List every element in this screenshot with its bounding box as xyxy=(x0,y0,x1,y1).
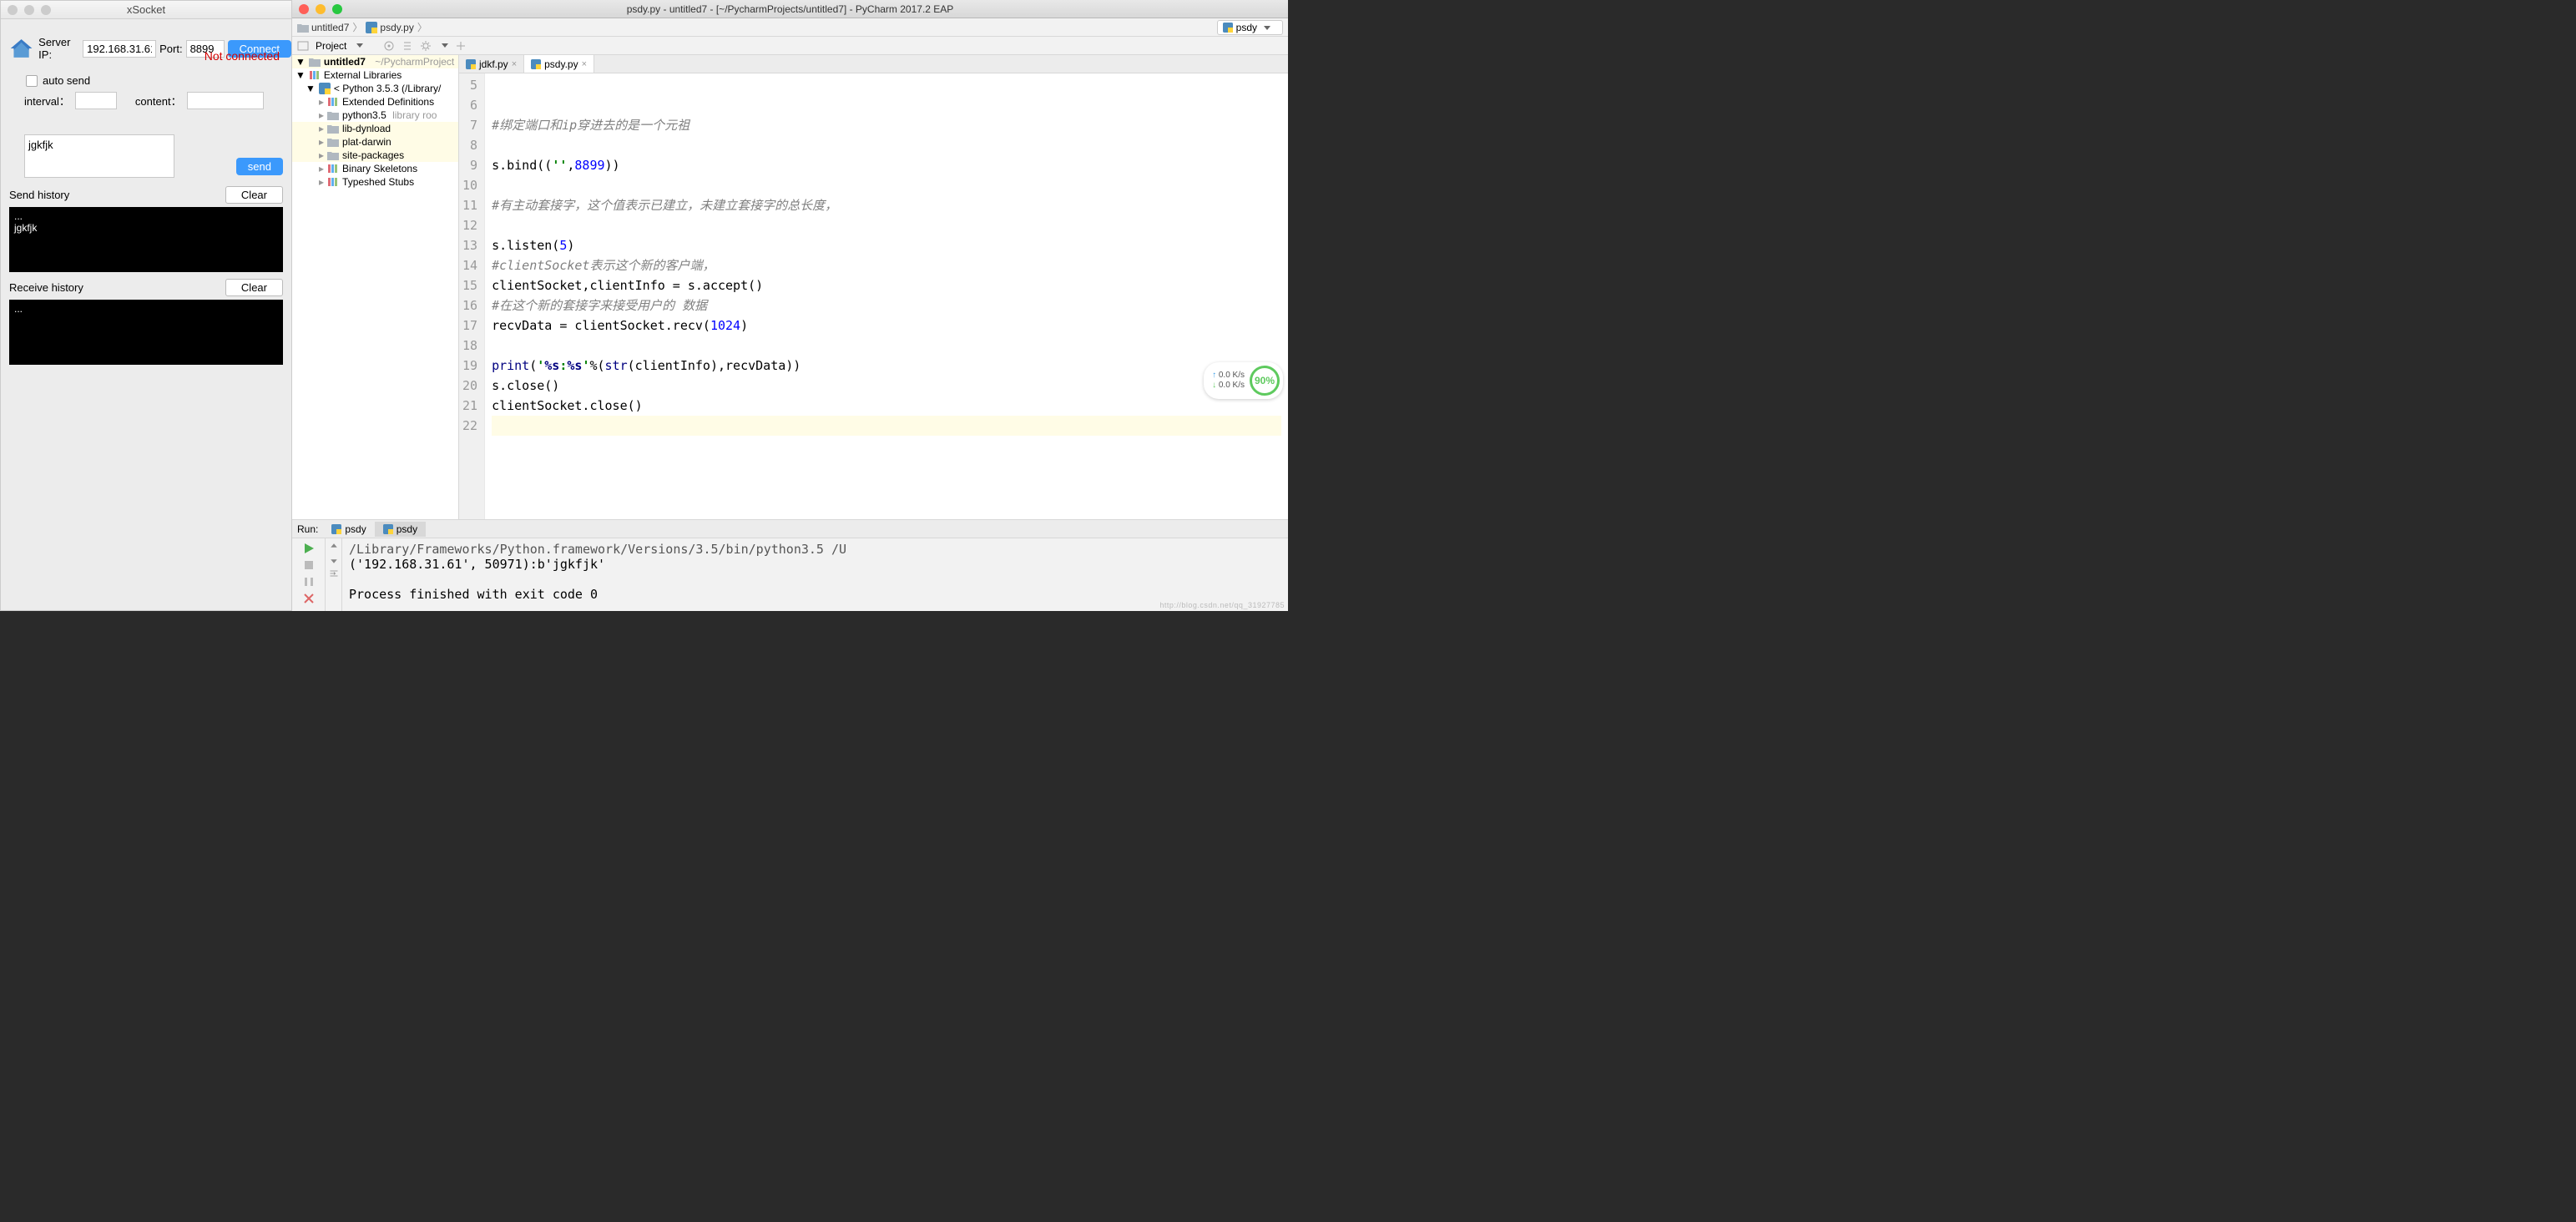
auto-send-label: auto send xyxy=(43,74,90,87)
window-title: xSocket xyxy=(1,3,291,16)
pycharm-titlebar: psdy.py - untitled7 - [~/PycharmProjects… xyxy=(292,0,1288,18)
chevron-down-icon[interactable] xyxy=(356,43,363,48)
clear-send-button[interactable]: Clear xyxy=(225,186,283,204)
download-rate: ↓ 0.0 K/s xyxy=(1212,381,1245,391)
percent-gauge: 90% xyxy=(1250,366,1280,396)
connection-status: Not connected xyxy=(205,49,280,63)
tree-item[interactable]: ▸site-packages xyxy=(292,149,458,162)
hide-icon[interactable] xyxy=(455,40,467,52)
breadcrumb-item[interactable]: untitled7 xyxy=(297,22,349,33)
tree-item[interactable]: ▸Extended Definitions xyxy=(292,95,458,109)
editor-tab[interactable]: psdy.py× xyxy=(524,55,594,73)
close-icon[interactable] xyxy=(302,592,316,605)
run-label: Run: xyxy=(297,523,318,535)
chevron-down-icon[interactable] xyxy=(442,43,448,48)
tree-item[interactable]: ▸lib-dynload xyxy=(292,122,458,135)
tree-item[interactable]: ▸plat-darwin xyxy=(292,135,458,149)
tree-python[interactable]: ▼< Python 3.5.3 (/Library/ xyxy=(292,82,458,95)
xsocket-titlebar: xSocket xyxy=(1,1,291,19)
window-title: psdy.py - untitled7 - [~/PycharmProjects… xyxy=(292,3,1288,15)
project-toolbar: Project xyxy=(292,37,1288,55)
port-label: Port: xyxy=(159,43,182,55)
close-icon[interactable]: × xyxy=(582,59,587,69)
clear-receive-button[interactable]: Clear xyxy=(225,279,283,296)
run-config-selector[interactable]: psdy xyxy=(1217,20,1283,35)
gear-icon[interactable] xyxy=(420,40,432,52)
code-editor[interactable]: 5678910111213141516171819202122 #绑定端口和ip… xyxy=(459,73,1288,519)
stop-icon[interactable] xyxy=(302,558,316,572)
xsocket-window: xSocket Server IP: Port: Connect Not con… xyxy=(0,0,292,611)
server-ip-input[interactable] xyxy=(83,40,156,58)
collapse-icon[interactable] xyxy=(402,40,413,52)
up-icon[interactable] xyxy=(329,542,339,552)
content-input[interactable] xyxy=(187,92,264,109)
run-tab[interactable]: psdy xyxy=(375,522,426,537)
network-widget: ↑ 0.0 K/s ↓ 0.0 K/s 90% xyxy=(1204,362,1283,399)
watermark: http://blog.csdn.net/qq_31927785 xyxy=(1159,601,1285,609)
home-icon xyxy=(9,36,33,61)
breadcrumb: untitled7 〉 psdy.py 〉 xyxy=(292,18,1288,37)
play-icon[interactable] xyxy=(302,542,316,555)
editor-tabs: jdkf.py× psdy.py× xyxy=(459,55,1288,73)
down-icon[interactable] xyxy=(329,555,339,565)
message-textarea[interactable]: jgkfjk xyxy=(24,134,174,178)
pause-icon[interactable] xyxy=(302,575,316,588)
send-history-label: Send history xyxy=(9,189,69,201)
pycharm-window: psdy.py - untitled7 - [~/PycharmProjects… xyxy=(292,0,1288,611)
run-panel: Run: psdy psdy /Library/Frameworks/Pytho… xyxy=(292,519,1288,611)
tree-root[interactable]: ▼untitled7 ~/PycharmProject xyxy=(292,55,458,68)
send-button[interactable]: send xyxy=(236,158,283,175)
breadcrumb-item[interactable]: psdy.py xyxy=(366,22,413,33)
chevron-right-icon: 〉 xyxy=(417,20,427,34)
receive-history-label: Receive history xyxy=(9,281,83,294)
editor-tab[interactable]: jdkf.py× xyxy=(459,55,524,73)
project-icon xyxy=(297,40,309,52)
send-history-box: ...jgkfjk xyxy=(9,207,283,272)
content-label: content： xyxy=(135,93,182,109)
code-lines[interactable]: #绑定端口和ip穿进去的是一个元祖 s.bind(('',8899)) #有主动… xyxy=(485,73,1288,519)
receive-history-box: ... xyxy=(9,300,283,365)
close-icon[interactable]: × xyxy=(512,59,517,69)
run-toolbar xyxy=(292,538,326,611)
project-label: Project xyxy=(316,40,346,52)
tree-item[interactable]: ▸python3.5 library roo xyxy=(292,109,458,122)
run-tab[interactable]: psdy xyxy=(323,522,374,537)
console-output[interactable]: /Library/Frameworks/Python.framework/Ver… xyxy=(342,538,1288,611)
line-gutter: 5678910111213141516171819202122 xyxy=(459,73,485,519)
chevron-right-icon: 〉 xyxy=(352,20,362,34)
chevron-down-icon xyxy=(1264,26,1270,30)
interval-label: interval： xyxy=(24,93,70,109)
tree-item[interactable]: ▸Typeshed Stubs xyxy=(292,175,458,189)
upload-rate: ↑ 0.0 K/s xyxy=(1212,371,1245,381)
interval-input[interactable] xyxy=(75,92,117,109)
target-icon[interactable] xyxy=(383,40,395,52)
tree-item[interactable]: ▸Binary Skeletons xyxy=(292,162,458,175)
server-ip-label: Server IP: xyxy=(38,36,79,61)
auto-send-checkbox[interactable] xyxy=(26,75,38,87)
project-tree[interactable]: ▼untitled7 ~/PycharmProject ▼External Li… xyxy=(292,55,459,519)
wrap-icon[interactable] xyxy=(329,568,339,578)
tree-external-libs[interactable]: ▼External Libraries xyxy=(292,68,458,82)
